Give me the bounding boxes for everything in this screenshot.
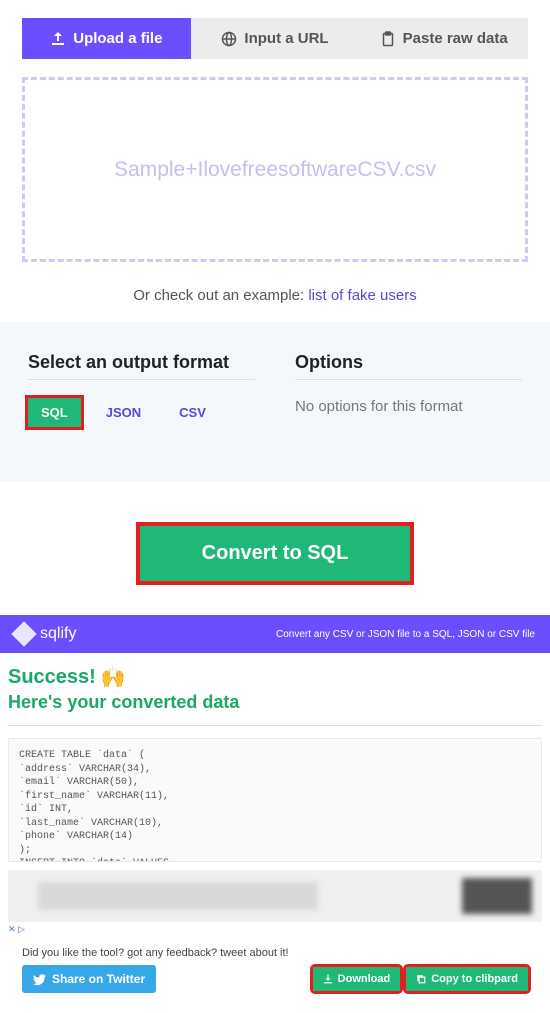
ad-banner[interactable]: [8, 870, 542, 922]
tab-paste-label: Paste raw data: [403, 30, 508, 47]
input-mode-tabs: Upload a file Input a URL Paste raw data: [22, 18, 528, 59]
feedback-text: Did you like the tool? got any feedback?…: [22, 947, 528, 959]
globe-icon: [221, 31, 237, 47]
options-column: Options No options for this format: [295, 352, 522, 427]
format-heading: Select an output format: [28, 352, 255, 373]
tab-paste-raw[interactable]: Paste raw data: [359, 18, 528, 59]
options-heading: Options: [295, 352, 522, 373]
tab-url-label: Input a URL: [244, 30, 328, 47]
adchoices-icon[interactable]: ✕ ▷: [8, 924, 542, 935]
sql-output-textarea[interactable]: CREATE TABLE `data` ( `address` VARCHAR(…: [8, 738, 542, 862]
options-text: No options for this format: [295, 398, 522, 415]
download-button[interactable]: Download: [313, 967, 401, 991]
options-panel: Select an output format SQL JSON CSV Opt…: [0, 322, 550, 482]
ad-content-blur: [462, 878, 532, 914]
divider: [8, 725, 542, 726]
footer-actions: Share on Twitter Download Copy to clibpa…: [22, 965, 528, 993]
convert-button[interactable]: Convert to SQL: [136, 522, 415, 585]
format-sql-button[interactable]: SQL: [28, 398, 81, 427]
logo-icon: [11, 621, 36, 646]
success-text: Success!: [8, 666, 96, 689]
clipboard-icon: [380, 31, 396, 47]
success-title: Success! 🙌: [8, 665, 542, 690]
hands-emoji: 🙌: [101, 665, 126, 690]
format-csv-button[interactable]: CSV: [166, 398, 219, 427]
tagline: Convert any CSV or JSON file to a SQL, J…: [276, 629, 535, 640]
upload-icon: [50, 31, 66, 47]
convert-section: Convert to SQL: [0, 482, 550, 615]
example-link[interactable]: list of fake users: [308, 287, 416, 304]
divider: [295, 379, 522, 380]
copy-label: Copy to clibpard: [431, 973, 518, 985]
footer: Did you like the tool? got any feedback?…: [0, 935, 550, 1013]
format-column: Select an output format SQL JSON CSV: [28, 352, 255, 427]
copy-clipboard-button[interactable]: Copy to clibpard: [406, 967, 528, 991]
example-prefix: Or check out an example:: [133, 287, 308, 304]
brand[interactable]: sqlify: [15, 625, 76, 643]
download-icon: [323, 974, 333, 984]
ad-content-blur: [38, 882, 318, 910]
share-twitter-button[interactable]: Share on Twitter: [22, 965, 156, 993]
file-dropzone[interactable]: Sample+IlovefreesoftwareCSV.csv: [22, 77, 528, 262]
format-buttons: SQL JSON CSV: [28, 398, 255, 427]
example-line: Or check out an example: list of fake us…: [0, 287, 550, 304]
format-json-button[interactable]: JSON: [93, 398, 154, 427]
tab-input-url[interactable]: Input a URL: [191, 18, 360, 59]
app-header: sqlify Convert any CSV or JSON file to a…: [0, 615, 550, 653]
divider: [28, 379, 255, 380]
brand-name: sqlify: [40, 625, 76, 643]
success-block: Success! 🙌 Here's your converted data: [0, 653, 550, 728]
copy-icon: [416, 974, 426, 984]
tab-upload-label: Upload a file: [73, 30, 162, 47]
success-subtitle: Here's your converted data: [8, 692, 542, 713]
download-label: Download: [338, 973, 391, 985]
tab-upload-file[interactable]: Upload a file: [22, 18, 191, 59]
uploaded-filename: Sample+IlovefreesoftwareCSV.csv: [114, 158, 436, 182]
